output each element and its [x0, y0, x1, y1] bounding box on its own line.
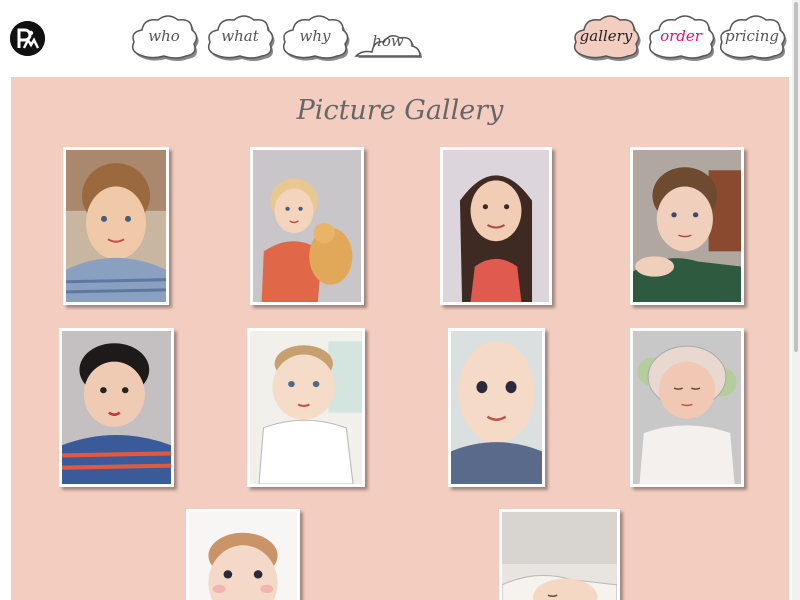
- nav-who-label: who: [148, 27, 180, 45]
- nav-pricing-label: pricing: [724, 27, 780, 45]
- nav-gallery-label: gallery: [579, 27, 633, 45]
- gallery-thumbnail[interactable]: [440, 147, 552, 305]
- portrait-painting-image: [451, 331, 542, 484]
- gallery-thumbnail[interactable]: [630, 328, 744, 487]
- gallery-thumbnail[interactable]: [499, 509, 620, 600]
- gallery-title: Picture Gallery: [296, 95, 504, 126]
- nav-what-button[interactable]: what: [204, 10, 276, 64]
- nav-why-label: why: [299, 27, 331, 45]
- portrait-painting-image: [250, 331, 362, 484]
- portrait-painting-image: [62, 331, 171, 484]
- nav-who-button[interactable]: who: [128, 10, 200, 64]
- gallery-thumbnail[interactable]: [63, 147, 169, 305]
- nav-what-label: what: [221, 27, 259, 45]
- nav-why-button[interactable]: why: [279, 10, 351, 64]
- portrait-painting-image: [66, 150, 166, 302]
- portrait-painting-image: [189, 512, 297, 600]
- nav-gallery-button[interactable]: gallery: [570, 10, 642, 64]
- scrollbar-thumb[interactable]: [794, 2, 798, 352]
- nav-how-button[interactable]: how: [352, 10, 424, 64]
- gallery-thumbnail[interactable]: [247, 328, 365, 487]
- site-header: who what why how gallery order pricing: [0, 0, 800, 76]
- nav-order-button[interactable]: order: [645, 10, 717, 64]
- gallery-thumbnail[interactable]: [250, 147, 364, 305]
- nav-how-label: how: [372, 32, 404, 50]
- portrait-painting-image: [502, 512, 617, 600]
- gallery-thumbnail[interactable]: [630, 147, 744, 305]
- gallery-panel: Picture Gallery: [11, 77, 789, 600]
- portrait-painting-image: [633, 150, 741, 302]
- portrait-painting-image: [443, 150, 549, 302]
- gallery-thumbnail[interactable]: [59, 328, 174, 487]
- gallery-thumbnail[interactable]: [186, 509, 300, 600]
- logo-icon[interactable]: [10, 21, 45, 56]
- gallery-thumbnail[interactable]: [448, 328, 545, 487]
- nav-order-label: order: [660, 27, 702, 45]
- nav-pricing-button[interactable]: pricing: [716, 10, 788, 64]
- scrollbar[interactable]: [792, 0, 800, 600]
- portrait-painting-image: [633, 331, 741, 484]
- portrait-painting-image: [253, 150, 361, 302]
